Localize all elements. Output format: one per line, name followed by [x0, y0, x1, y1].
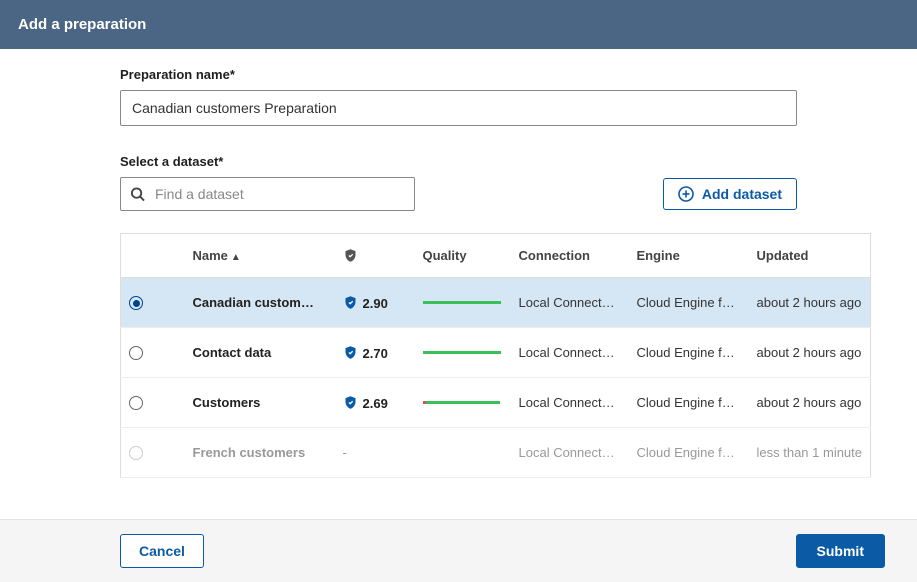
col-quality-header[interactable]: Quality — [415, 234, 511, 278]
row-name: Customers — [185, 378, 335, 428]
row-radio[interactable] — [129, 396, 143, 410]
cancel-button[interactable]: Cancel — [120, 534, 204, 568]
dialog-body: Preparation name* Select a dataset* — [0, 49, 917, 488]
row-radio[interactable] — [129, 346, 143, 360]
row-quality-bar — [415, 328, 511, 378]
sort-asc-icon: ▲ — [231, 252, 241, 263]
row-updated: about 2 hours ago — [749, 328, 871, 378]
search-box — [120, 177, 415, 211]
row-connection: Local Connect… — [511, 328, 629, 378]
row-connection: Local Connect… — [511, 378, 629, 428]
row-quality-bar — [415, 378, 511, 428]
row-connection: Local Connect… — [511, 278, 629, 328]
dialog-footer: Cancel Submit — [0, 519, 917, 582]
row-radio[interactable] — [129, 296, 143, 310]
col-name-header[interactable]: Name▲ — [185, 234, 335, 278]
col-updated-header[interactable]: Updated — [749, 234, 871, 278]
row-updated: about 2 hours ago — [749, 278, 871, 328]
dialog-title: Add a preparation — [18, 16, 146, 33]
row-connection: Local Connect… — [511, 428, 629, 478]
add-dataset-label: Add dataset — [702, 186, 782, 202]
row-engine: Cloud Engine f… — [629, 428, 749, 478]
table-row[interactable]: French customers- Local Connect…Cloud Eng… — [121, 428, 871, 478]
row-updated: about 2 hours ago — [749, 378, 871, 428]
row-trust-score: 2.70 — [335, 328, 415, 378]
row-quality-bar — [415, 278, 511, 328]
submit-button[interactable]: Submit — [796, 534, 885, 568]
table-body: Canadian custom…2.90Local Connect…Cloud … — [121, 278, 871, 478]
table-row[interactable]: Contact data2.70 Local Connect…Cloud Engi… — [121, 328, 871, 378]
select-dataset-label: Select a dataset* — [120, 154, 797, 169]
row-quality-bar — [415, 428, 511, 478]
col-engine-header[interactable]: Engine — [629, 234, 749, 278]
shield-header-icon — [343, 249, 363, 264]
dataset-table: Name▲ Quality Connection Engine Updated … — [120, 233, 871, 478]
row-trust-score: 2.90 — [335, 278, 415, 328]
search-icon — [130, 187, 145, 202]
row-radio — [129, 446, 143, 460]
add-dataset-button[interactable]: Add dataset — [663, 178, 797, 210]
col-trust-header[interactable] — [335, 234, 415, 278]
row-engine: Cloud Engine f… — [629, 278, 749, 328]
table-row[interactable]: Customers2.69 Local Connect…Cloud Engine … — [121, 378, 871, 428]
plus-circle-icon — [678, 186, 694, 202]
table-header: Name▲ Quality Connection Engine Updated — [121, 234, 871, 278]
dialog-header: Add a preparation — [0, 0, 917, 49]
preparation-name-input[interactable] — [120, 90, 797, 126]
row-name: Canadian custom… — [185, 278, 335, 328]
preparation-name-label: Preparation name* — [120, 67, 797, 82]
row-engine: Cloud Engine f… — [629, 378, 749, 428]
col-name-label: Name — [193, 248, 228, 263]
col-select — [121, 234, 185, 278]
col-connection-header[interactable]: Connection — [511, 234, 629, 278]
table-row[interactable]: Canadian custom…2.90 Local Connect…Cloud … — [121, 278, 871, 328]
row-name: French customers — [185, 428, 335, 478]
search-input[interactable] — [120, 177, 415, 211]
row-engine: Cloud Engine f… — [629, 328, 749, 378]
row-name: Contact data — [185, 328, 335, 378]
row-updated: less than 1 minute — [749, 428, 871, 478]
row-trust-score: - — [335, 428, 415, 478]
row-trust-score: 2.69 — [335, 378, 415, 428]
